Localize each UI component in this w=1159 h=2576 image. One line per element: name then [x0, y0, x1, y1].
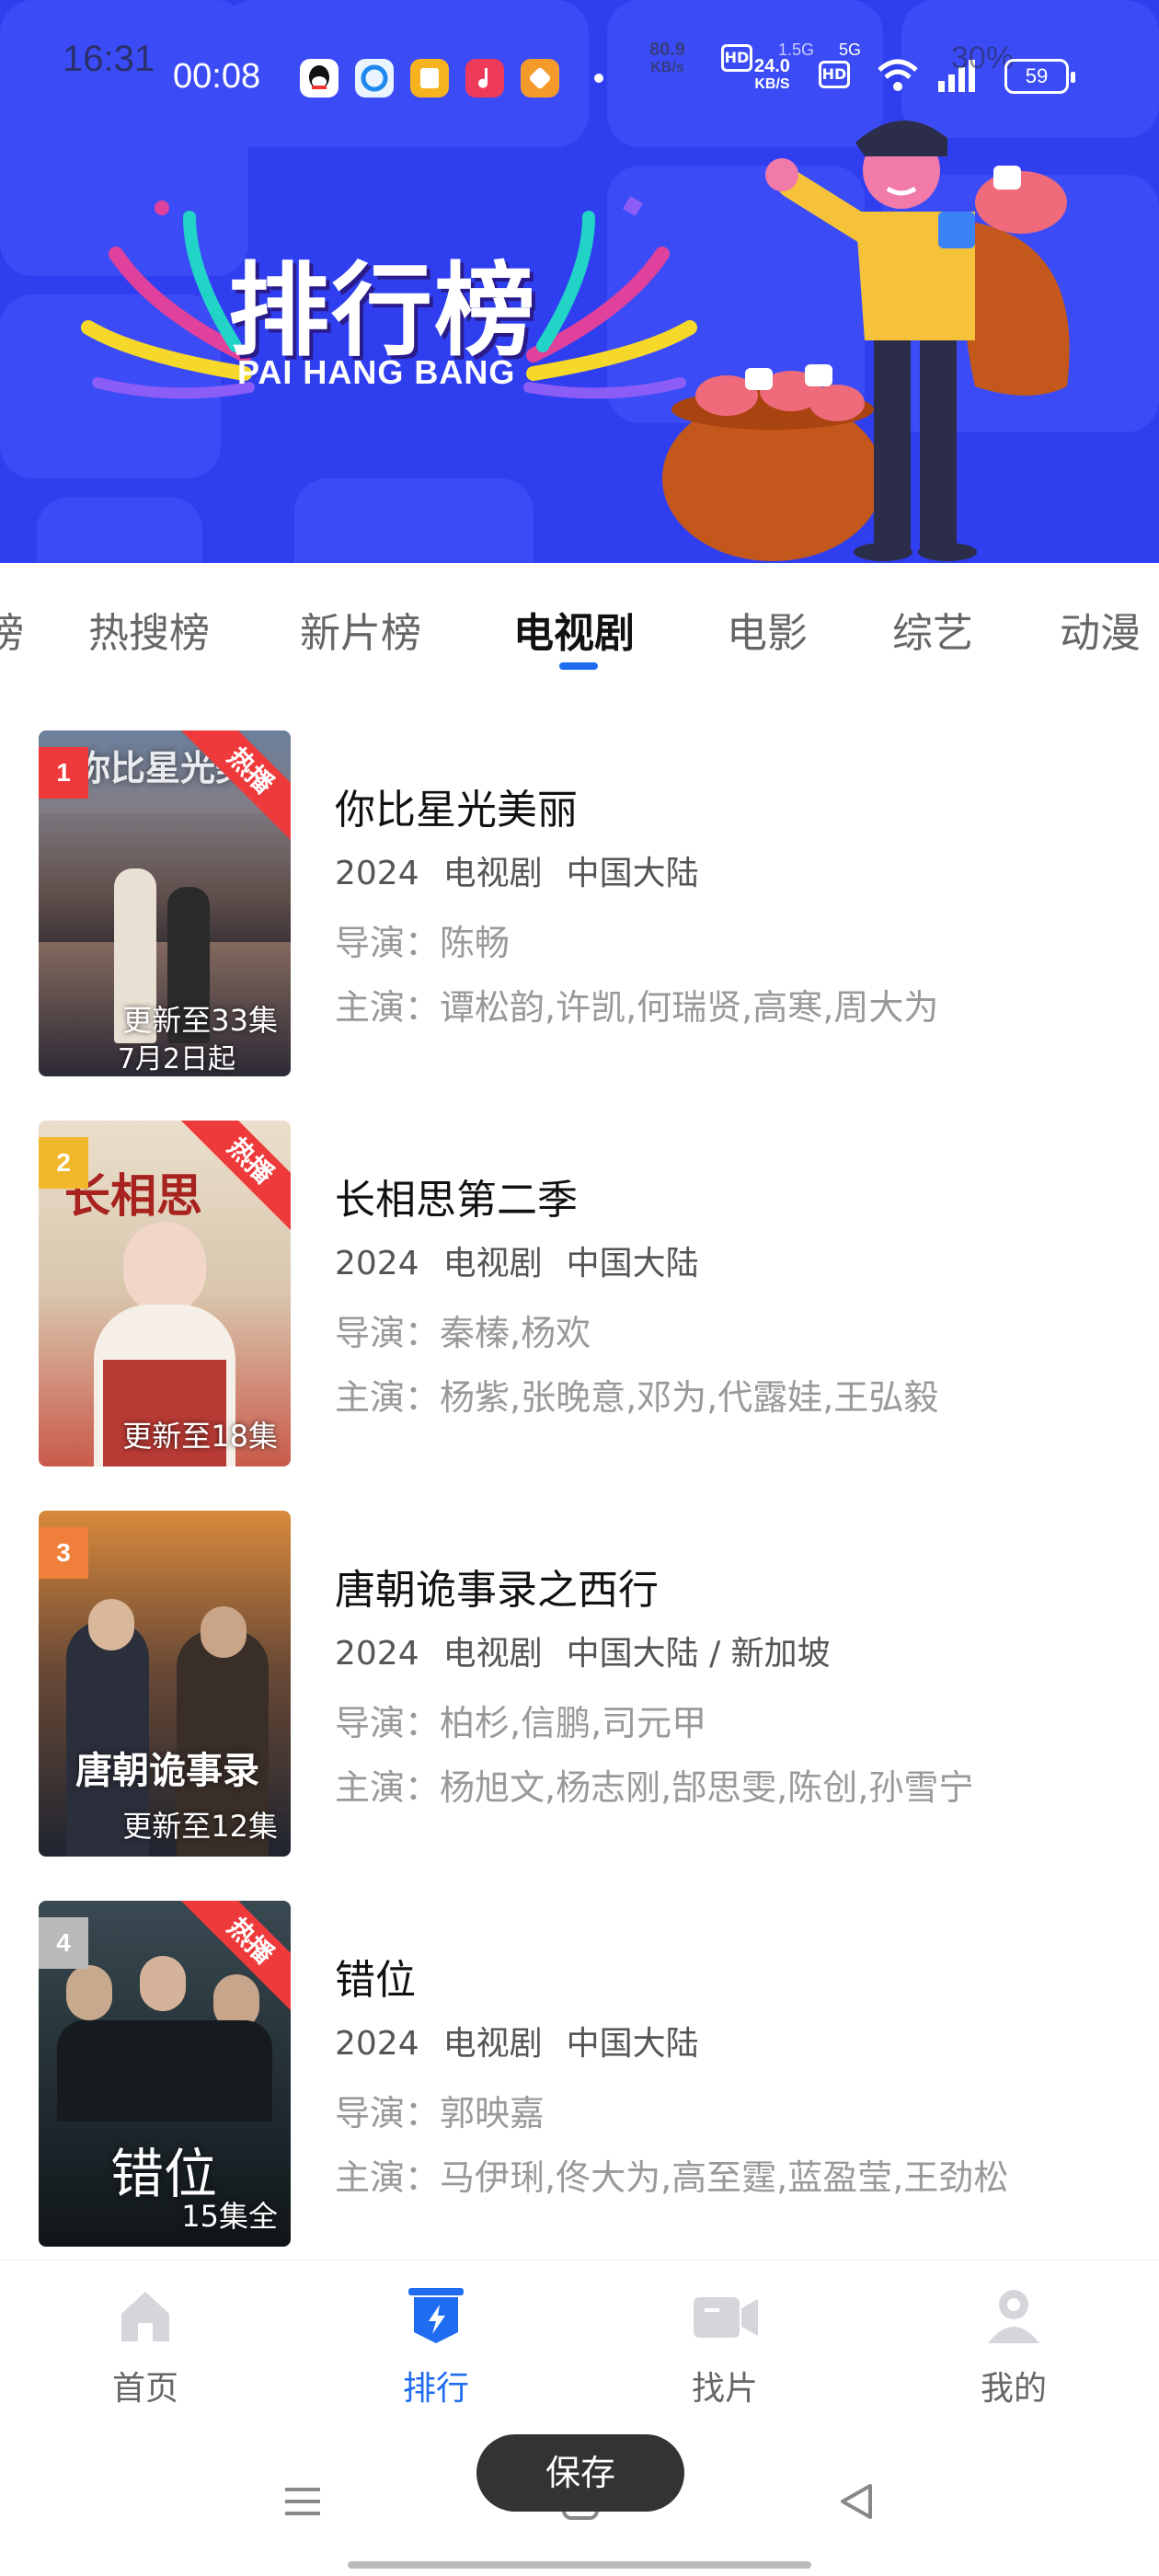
- status-time-left: 16:31: [63, 39, 155, 79]
- episode-status: 15集全: [181, 2199, 278, 2234]
- episode-status: 更新至18集: [122, 1419, 278, 1454]
- item-year: 2024: [335, 2025, 419, 2063]
- rank-badge: 2: [39, 1137, 88, 1189]
- qq-app-icon: [300, 59, 339, 98]
- net-speed: 24.0 KB/S: [754, 56, 790, 92]
- list-item[interactable]: 长相思 2 热播 更新至18集 长相思第二季 2024 电视剧 中国大陆 导演：秦榛…: [0, 1121, 1159, 1479]
- item-category: 电视剧: [442, 1635, 543, 1673]
- item-region: 中国大陆 / 新加坡: [566, 1635, 831, 1673]
- notes-app-icon: [410, 59, 449, 98]
- nav-profile-label: 我的: [980, 2370, 1047, 2408]
- tab-hot-search[interactable]: 热搜榜: [88, 600, 210, 659]
- tab-partial[interactable]: 榜: [0, 600, 24, 659]
- tab-tv-series[interactable]: 电视剧: [513, 600, 635, 659]
- list-item[interactable]: 你比星光美 1 热播 更新至33集 7月2日起 你比星光美丽 2024 电视剧 中国…: [0, 730, 1159, 1089]
- nav-profile[interactable]: 我的: [931, 2283, 1096, 2409]
- list-item[interactable]: 错位 4 热播 15集全 错位 2024 电视剧 中国大陆 导演：郭映嘉 主演：马伊…: [0, 1901, 1159, 2260]
- item-region: 中国大陆: [566, 2025, 699, 2063]
- item-cast: 主演：马伊琍,佟大为,高至霆,蓝盈莹,王劲松: [335, 2157, 1009, 2198]
- poster-image[interactable]: 错位 4 热播 15集全: [39, 1901, 291, 2247]
- episode-status: 更新至12集: [122, 1809, 278, 1844]
- episode-status: 更新至33集: [122, 1003, 278, 1038]
- item-meta: 2024 电视剧 中国大陆: [335, 1236, 723, 1284]
- item-title[interactable]: 唐朝诡事录之西行: [335, 1557, 659, 1616]
- item-year: 2024: [335, 855, 419, 892]
- item-category: 电视剧: [442, 2025, 543, 2063]
- nav-ranking[interactable]: 排行: [353, 2283, 519, 2409]
- browser-app-icon: [355, 59, 394, 98]
- active-tab-indicator: [559, 662, 598, 670]
- item-category: 电视剧: [442, 1245, 543, 1282]
- item-director: 导演：秦榛,杨欢: [335, 1313, 591, 1353]
- banner-character-illustration-icon: [607, 92, 1122, 563]
- item-cast: 主演：杨紫,张晚意,邓为,代露娃,王弘毅: [335, 1377, 939, 1418]
- music-app-icon: [465, 59, 504, 98]
- home-icon: [121, 2292, 169, 2341]
- rank-badge: 4: [39, 1917, 88, 1969]
- banner-subtitle: PAI HANG BANG: [237, 353, 516, 391]
- net-15g-label: 1.5G: [778, 40, 815, 59]
- back-triangle-icon[interactable]: [835, 2480, 878, 2526]
- item-title[interactable]: 你比星光美丽: [335, 776, 578, 835]
- menu-icon[interactable]: [281, 2480, 324, 2526]
- net-5g-label: 5G: [839, 40, 862, 59]
- item-meta: 2024 电视剧 中国大陆: [335, 846, 723, 894]
- bottom-navigation: 首页 排行 找片 我的: [0, 2260, 1159, 2444]
- profile-icon: [988, 2290, 1039, 2343]
- home-gesture-bar[interactable]: [348, 2561, 811, 2569]
- poster-image[interactable]: 唐朝诡事录 3 更新至12集: [39, 1511, 291, 1857]
- category-tabs: 榜 热搜榜 新片榜 电视剧 电影 综艺 动漫: [0, 563, 1159, 692]
- item-director: 导演：陈畅: [335, 923, 511, 963]
- ranking-banner: 16:31 00:08 80.9 KB/s HD 24.0 KB/S HD 1.5G…: [0, 0, 1159, 563]
- tab-movies[interactable]: 电影: [727, 600, 808, 659]
- save-toast[interactable]: 保存: [476, 2434, 684, 2512]
- item-director: 导演：柏杉,信鹏,司元甲: [335, 1703, 707, 1743]
- air-date: 7月2日起: [117, 1043, 235, 1075]
- ranking-icon: [408, 2288, 464, 2343]
- shortcut-app-icon: [521, 59, 559, 98]
- rank-badge: 1: [39, 747, 88, 799]
- item-year: 2024: [335, 1635, 419, 1673]
- item-meta: 2024 电视剧 中国大陆 / 新加坡: [335, 1627, 855, 1674]
- hd-icon: HD: [721, 44, 752, 72]
- item-region: 中国大陆: [566, 1245, 699, 1282]
- net-speed-back: 80.9 KB/s: [649, 40, 685, 75]
- item-meta: 2024 电视剧 中国大陆: [335, 2017, 723, 2064]
- video-camera-icon: [694, 2297, 758, 2338]
- nav-find[interactable]: 找片: [642, 2283, 808, 2409]
- item-title[interactable]: 错位: [335, 1947, 416, 2006]
- item-cast: 主演：杨旭文,杨志刚,郜思雯,陈创,孙雪宁: [335, 1767, 974, 1808]
- item-director: 导演：郭映嘉: [335, 2093, 545, 2133]
- item-cast: 主演：谭松韵,许凯,何瑞贤,高寒,周大为: [335, 987, 939, 1028]
- item-title[interactable]: 长相思第二季: [335, 1167, 578, 1225]
- status-time: 00:08: [173, 57, 261, 96]
- notification-dot-icon: [594, 74, 603, 83]
- nav-ranking-label: 排行: [402, 2370, 469, 2408]
- poster-image[interactable]: 你比星光美 1 热播 更新至33集 7月2日起: [39, 730, 291, 1076]
- nav-home-label: 首页: [111, 2370, 178, 2408]
- tab-anime[interactable]: 动漫: [1060, 600, 1141, 659]
- item-category: 电视剧: [442, 855, 543, 892]
- nav-find-label: 找片: [691, 2370, 758, 2408]
- tab-variety[interactable]: 综艺: [892, 600, 973, 659]
- poster-title-art: 唐朝诡事录: [75, 1750, 259, 1792]
- nav-home[interactable]: 首页: [63, 2283, 228, 2409]
- item-region: 中国大陆: [566, 855, 699, 892]
- hd-icon-2: HD: [819, 61, 850, 88]
- list-item[interactable]: 唐朝诡事录 3 更新至12集 唐朝诡事录之西行 2024 电视剧 中国大陆 / 新加…: [0, 1511, 1159, 1869]
- rank-badge: 3: [39, 1527, 88, 1579]
- tab-new-releases[interactable]: 新片榜: [300, 600, 421, 659]
- battery-icon: 59: [1004, 59, 1075, 94]
- poster-image[interactable]: 长相思 2 热播 更新至18集: [39, 1121, 291, 1466]
- item-year: 2024: [335, 1245, 419, 1282]
